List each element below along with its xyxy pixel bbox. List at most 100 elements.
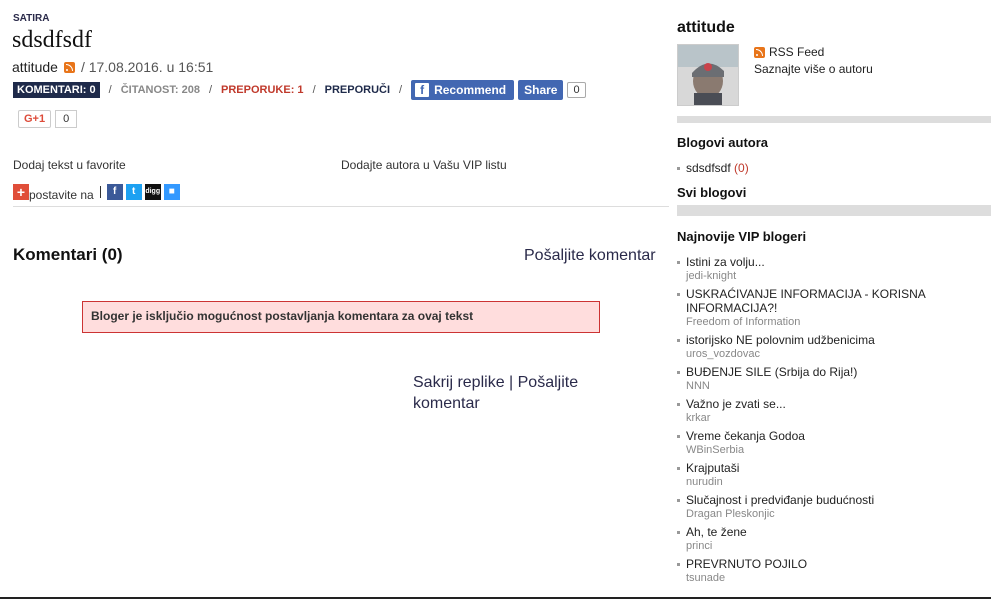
vip-post-author[interactable]: jedi-knight <box>686 269 765 283</box>
avatar-image <box>678 45 738 105</box>
divider-bar <box>677 205 991 216</box>
comments-disabled-notice: Bloger je isključio mogućnost postavljan… <box>82 301 600 333</box>
vip-entry: istorijsko NE polovnim udžbenicima uros_v… <box>686 333 875 361</box>
vip-post-title[interactable]: PREVRNUTO POJILO <box>686 557 807 571</box>
vip-post-title[interactable]: Istini za volju... <box>686 255 765 269</box>
vip-entry: Slučajnost i predviđanje budućnosti Draga… <box>686 493 874 521</box>
share-row: + postavite na f t digg ■ <box>13 182 183 202</box>
add-vip-link[interactable]: Dodajte autora u Vašu VIP listu <box>341 158 507 172</box>
vip-post-author[interactable]: WBinSerbia <box>686 443 805 457</box>
vip-list-item[interactable]: istorijsko NE polovnim udžbenicima uros_v… <box>677 333 977 361</box>
vip-post-title[interactable]: BUĐENJE SILE (Srbija do Rija!) <box>686 365 857 379</box>
bullet <box>677 339 680 342</box>
fb-recommend-button[interactable]: f Recommend <box>411 80 515 100</box>
vip-post-title[interactable]: istorijsko NE polovnim udžbenicima <box>686 333 875 347</box>
comments-heading: Komentari (0) <box>13 245 123 264</box>
vip-heading: Najnovije VIP blogeri <box>677 229 807 244</box>
facebook-icon[interactable]: f <box>106 184 123 200</box>
gplus-count: 0 <box>55 110 78 128</box>
vip-post-author[interactable]: princi <box>686 539 747 553</box>
vip-entry: USKRAĆIVANJE INFORMACIJA - KORISNA INFOR… <box>686 287 977 329</box>
vip-entry: PREVRNUTO POJILO tsunade <box>686 557 807 585</box>
vip-post-title[interactable]: Važno je zvati se... <box>686 397 786 411</box>
blogs-heading: Blogovi autora <box>677 135 769 150</box>
vip-post-author[interactable]: tsunade <box>686 571 807 585</box>
vip-list-item[interactable]: Vreme čekanja Godoa WBinSerbia <box>677 429 977 457</box>
bullet <box>677 261 680 264</box>
add-icon[interactable]: + <box>13 184 29 200</box>
author-link[interactable]: attitude <box>12 59 58 75</box>
rss-feed-label: RSS Feed <box>769 45 825 59</box>
publish-date: / 17.08.2016. u 16:51 <box>80 59 214 75</box>
divider <box>99 186 101 198</box>
delicious-icon[interactable]: ■ <box>163 184 180 200</box>
vip-post-author[interactable]: NNN <box>686 379 857 393</box>
facebook-icon: f <box>415 83 430 97</box>
vip-post-author[interactable]: nurudin <box>686 475 739 489</box>
vip-list-item[interactable]: PREVRNUTO POJILO tsunade <box>677 557 977 585</box>
hide-replies-link[interactable]: Sakrij replike | Pošaljite komentar <box>413 372 643 414</box>
bullet <box>677 403 680 406</box>
separator: / <box>312 84 316 96</box>
vip-list-item[interactable]: Krajputaši nurudin <box>677 461 977 489</box>
recommendations-count: PREPORUKE: 1 <box>221 84 304 96</box>
digg-icon[interactable]: digg <box>144 184 161 200</box>
divider-bar <box>677 116 991 123</box>
vip-list-item[interactable]: Istini za volju... jedi-knight <box>677 255 977 283</box>
fb-share-button[interactable]: Share <box>518 80 564 100</box>
bullet <box>677 371 680 374</box>
separator: / <box>108 84 112 96</box>
category-label[interactable]: SATIRA <box>13 13 49 24</box>
vip-entry: Ah, te žene princi <box>686 525 747 553</box>
vip-post-author[interactable]: Dragan Pleskonjic <box>686 507 874 521</box>
vip-post-author[interactable]: uros_vozdovac <box>686 347 875 361</box>
vip-list: Istini za volju... jedi-knight USKRAĆIVANJ… <box>677 255 977 589</box>
fb-share-count: 0 <box>567 82 586 98</box>
vip-post-author[interactable]: Freedom of Information <box>686 315 977 329</box>
article-title: sdsdfsdf <box>12 27 93 53</box>
bullet <box>677 293 680 296</box>
vip-entry: Istini za volju... jedi-knight <box>686 255 765 283</box>
vip-post-title[interactable]: Slučajnost i predviđanje budućnosti <box>686 493 874 507</box>
vip-list-item[interactable]: Važno je zvati se... krkar <box>677 397 977 425</box>
avatar[interactable] <box>677 44 739 106</box>
blog-list-item[interactable]: sdsdfsdf (0) <box>677 161 749 175</box>
vip-entry: Vreme čekanja Godoa WBinSerbia <box>686 429 805 457</box>
separator: / <box>399 84 403 96</box>
blog-count: (0) <box>734 161 749 175</box>
divider <box>13 206 669 207</box>
vip-list-item[interactable]: USKRAĆIVANJE INFORMACIJA - KORISNA INFOR… <box>677 287 977 329</box>
gplus-widget: G+1 0 <box>18 110 78 128</box>
vip-post-title[interactable]: Vreme čekanja Godoa <box>686 429 805 443</box>
add-favorites-link[interactable]: Dodaj tekst u favorite <box>13 158 126 172</box>
gplus-button[interactable]: G+1 <box>18 110 52 128</box>
vip-post-author[interactable]: krkar <box>686 411 786 425</box>
bullet <box>677 531 680 534</box>
vip-entry: Krajputaši nurudin <box>686 461 739 489</box>
vip-post-title[interactable]: USKRAĆIVANJE INFORMACIJA - KORISNA INFOR… <box>686 287 977 315</box>
vip-list-item[interactable]: Slučajnost i predviđanje budućnosti Draga… <box>677 493 977 521</box>
rss-feed-link[interactable]: RSS Feed <box>754 45 824 59</box>
share-label: postavite na <box>29 188 94 202</box>
separator: / <box>208 84 213 96</box>
vip-list-item[interactable]: Ah, te žene princi <box>677 525 977 553</box>
bullet <box>677 499 680 502</box>
vip-post-title[interactable]: Ah, te žene <box>686 525 747 539</box>
about-author-link[interactable]: Saznajte više o autoru <box>754 62 873 76</box>
all-blogs-link[interactable]: Svi blogovi <box>677 185 746 200</box>
recommend-link[interactable]: PREPORUČI <box>325 84 390 96</box>
author-line: attitude / 17.08.2016. u 16:51 <box>12 59 213 75</box>
twitter-icon[interactable]: t <box>125 184 142 200</box>
bullet <box>677 435 680 438</box>
vip-post-title[interactable]: Krajputaši <box>686 461 739 475</box>
bullet <box>677 563 680 566</box>
sidebar-username[interactable]: attitude <box>677 19 735 37</box>
comments-count-badge[interactable]: KOMENTARI: 0 <box>13 82 100 98</box>
vip-list-item[interactable]: BUĐENJE SILE (Srbija do Rija!) NNN <box>677 365 977 393</box>
stats-bar: KOMENTARI: 0 / ČITANOST: 208 / PREPORUKE… <box>13 80 586 100</box>
rss-icon[interactable] <box>63 61 75 73</box>
send-comment-link[interactable]: Pošaljite komentar <box>524 247 656 265</box>
bullet <box>677 166 680 170</box>
reads-count: ČITANOST: 208 <box>120 84 200 96</box>
blog-name[interactable]: sdsdfsdf <box>686 161 731 175</box>
